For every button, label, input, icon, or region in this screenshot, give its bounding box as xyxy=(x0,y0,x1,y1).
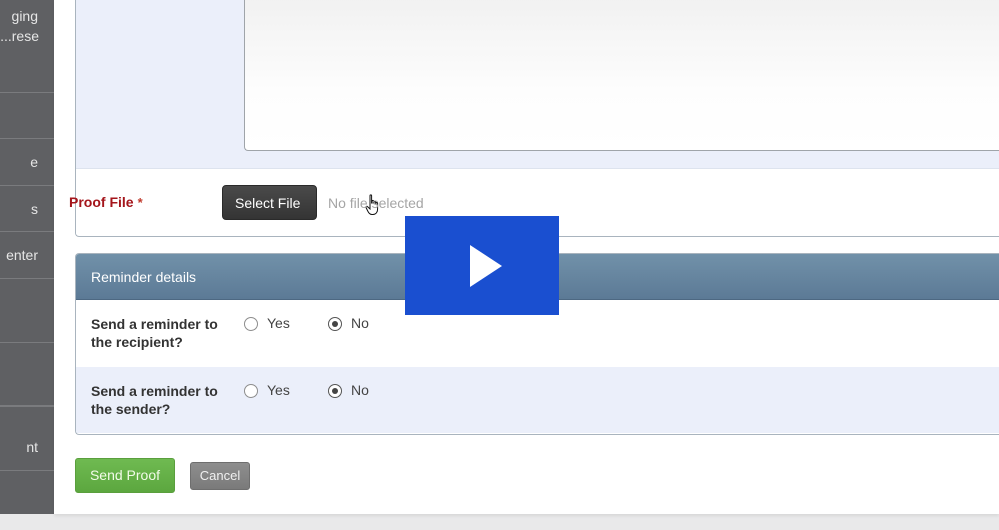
sidebar-item[interactable] xyxy=(0,93,54,139)
reminder-recipient-question: Send a reminder to the recipient? xyxy=(91,316,218,350)
proof-file-label: Proof File * xyxy=(69,194,143,210)
sidebar-item[interactable]: e xyxy=(0,139,54,186)
required-marker: * xyxy=(137,195,143,210)
sidebar-item-label: rese... xyxy=(0,28,39,44)
radio-label[interactable]: Yes xyxy=(267,315,290,331)
sidebar-item-label: nt xyxy=(26,439,38,455)
sidebar-item[interactable]: nt xyxy=(0,407,54,471)
proof-details-panel xyxy=(75,0,999,237)
proof-file-label-text: Proof File xyxy=(69,194,134,210)
radio-label[interactable]: Yes xyxy=(267,382,290,398)
sidebar-item-label: enter xyxy=(6,247,38,263)
message-row xyxy=(76,0,999,169)
reminder-sender-yes-radio[interactable] xyxy=(244,384,258,398)
sidebar-item[interactable] xyxy=(0,343,54,406)
radio-label[interactable]: No xyxy=(351,382,369,398)
sidebar-item-center[interactable]: enter xyxy=(0,232,54,279)
sidebar-item[interactable]: s xyxy=(0,186,54,232)
page: ging rese... e s enter nt Proof File * S… xyxy=(0,0,999,530)
sidebar-item-messaging[interactable]: ging rese... xyxy=(0,0,54,93)
reminder-recipient-yes-radio[interactable] xyxy=(244,317,258,331)
play-icon xyxy=(470,245,502,287)
file-status-text: No file selected xyxy=(328,195,424,211)
sidebar-item-label: e xyxy=(30,154,38,170)
sidebar-item[interactable] xyxy=(0,471,54,514)
sidebar-item-label: s xyxy=(31,201,38,217)
radio-label[interactable]: No xyxy=(351,315,369,331)
select-file-button[interactable]: Select File xyxy=(222,185,317,220)
reminder-section-title: Reminder details xyxy=(91,269,197,285)
reminder-sender-row: Send a reminder to the sender? Yes No xyxy=(76,367,999,433)
cancel-button[interactable]: Cancel xyxy=(190,462,250,490)
send-proof-button[interactable]: Send Proof xyxy=(75,458,175,493)
reminder-recipient-no-radio[interactable] xyxy=(328,317,342,331)
sidebar-item[interactable] xyxy=(0,279,54,343)
message-textarea[interactable] xyxy=(244,0,999,151)
sidebar-item-label: ging xyxy=(11,8,38,24)
reminder-sender-question: Send a reminder to the sender? xyxy=(91,383,218,417)
video-play-overlay[interactable] xyxy=(405,216,559,315)
sidebar-nav: ging rese... e s enter nt xyxy=(0,0,55,514)
reminder-sender-no-radio[interactable] xyxy=(328,384,342,398)
